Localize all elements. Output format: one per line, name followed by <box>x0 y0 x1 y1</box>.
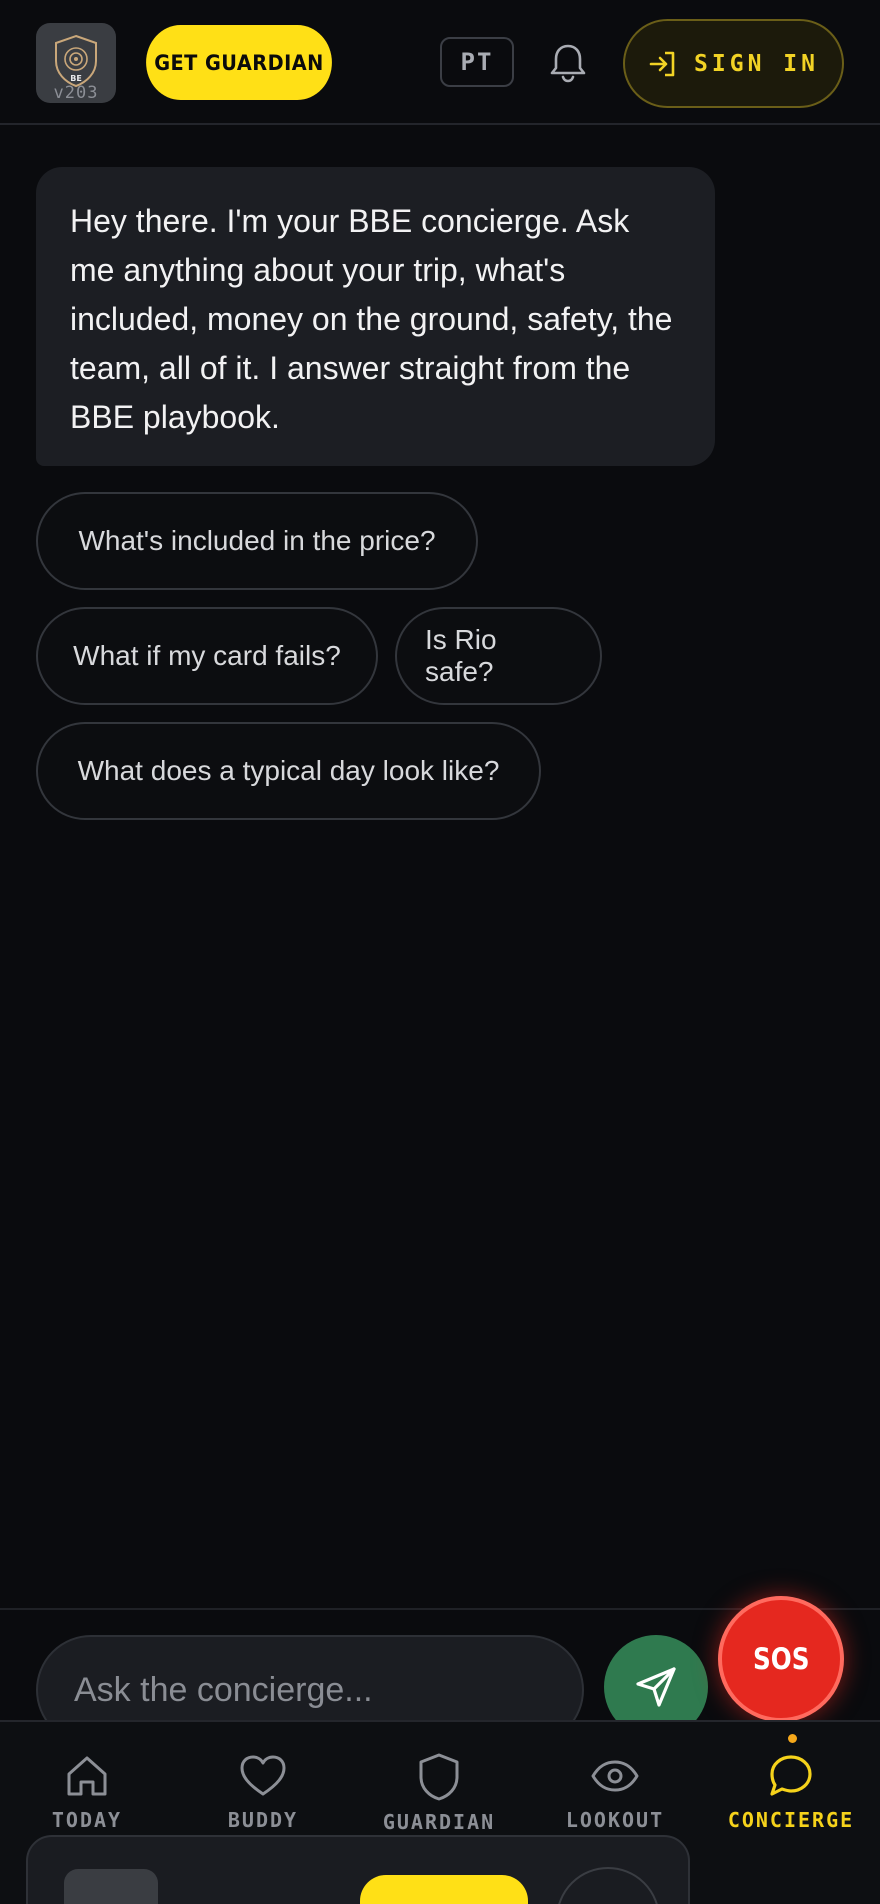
version-label: v203 <box>53 83 99 103</box>
suggestion-chip-rio-safe[interactable]: Is Rio safe? <box>395 607 602 705</box>
sheet-circle-button[interactable] <box>556 1867 660 1904</box>
shield-logo-icon: BE <box>55 34 97 88</box>
eye-icon <box>591 1760 639 1792</box>
shield-icon <box>419 1753 459 1801</box>
sign-in-button[interactable]: SIGN IN <box>623 19 844 108</box>
suggestion-chip-typical-day[interactable]: What does a typical day look like? <box>36 722 541 820</box>
get-guardian-button[interactable]: GET GUARDIAN <box>146 25 332 100</box>
sign-in-label: SIGN IN <box>694 50 819 77</box>
sheet-primary-button[interactable] <box>360 1875 528 1904</box>
login-arrow-icon <box>649 51 675 76</box>
nav-label-today: TODAY <box>51 1808 123 1832</box>
sos-label: SOS <box>752 1642 810 1676</box>
app-header: BE v203 GET GUARDIAN PT SIGN IN <box>0 0 880 125</box>
notifications-bell-icon[interactable] <box>548 42 588 84</box>
app-logo[interactable]: BE v203 <box>36 23 116 103</box>
heart-icon <box>240 1755 286 1796</box>
suggestion-chip-card-fails[interactable]: What if my card fails? <box>36 607 378 705</box>
home-icon <box>67 1756 107 1796</box>
logo-text: BE <box>70 74 82 83</box>
language-toggle[interactable]: PT <box>440 37 514 87</box>
nav-label-guardian: GUARDIAN <box>382 1810 496 1834</box>
nav-label-lookout: LOOKOUT <box>565 1808 665 1832</box>
nav-label-concierge: CONCIERGE <box>727 1808 855 1832</box>
chat-bubble-icon <box>770 1755 812 1796</box>
nav-label-buddy: BUDDY <box>227 1808 299 1832</box>
bottom-sheet-peek[interactable] <box>26 1835 690 1904</box>
send-icon <box>636 1667 676 1707</box>
nav-item-concierge[interactable]: CONCIERGE <box>716 1752 866 1852</box>
sheet-logo <box>64 1869 158 1904</box>
suggestion-chip-included[interactable]: What's included in the price? <box>36 492 478 590</box>
sos-button[interactable]: SOS <box>718 1596 844 1722</box>
concierge-greeting-message: Hey there. I'm your BBE concierge. Ask m… <box>36 167 715 466</box>
active-tab-indicator <box>788 1734 797 1743</box>
